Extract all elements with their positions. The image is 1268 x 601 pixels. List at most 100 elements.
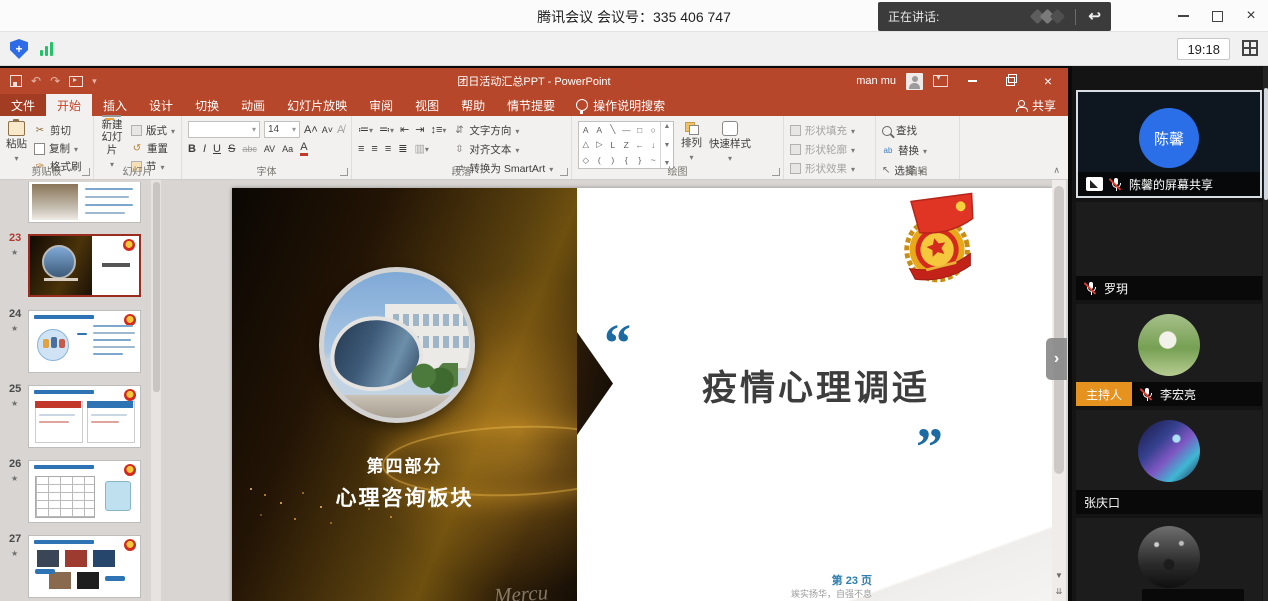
account-name[interactable]: man mu [856, 75, 896, 87]
scrollbar-thumb[interactable] [1054, 186, 1064, 474]
network-signal-icon[interactable] [40, 42, 56, 56]
slide-thumbnail-25[interactable] [28, 385, 141, 448]
participant-tile[interactable]: 张庆口 [1076, 410, 1262, 514]
share-button[interactable]: 共享 [1015, 94, 1068, 116]
justify-button[interactable]: ≣ [398, 142, 407, 155]
slide-thumbnail-23-selected[interactable] [28, 234, 141, 297]
dialog-launcher-icon[interactable] [340, 168, 348, 176]
strikethrough-button[interactable]: S [228, 143, 235, 155]
shape-outline-button[interactable]: 形状轮廓 [790, 142, 855, 157]
replace-button[interactable]: ab替换 [882, 143, 927, 158]
gallery-scroll[interactable]: ▲ ▼ ▼ [660, 122, 673, 168]
shapes-gallery[interactable]: AA╲—□○ △▷LZ←↓ ◇(){}~ ▲ ▼ ▼ [578, 121, 674, 169]
participant-tile-host[interactable]: 主持人 李宏亮 [1076, 304, 1262, 406]
avatar-zhangqing [1138, 420, 1200, 482]
tab-slideshow[interactable]: 幻灯片放映 [276, 94, 358, 116]
undo-icon[interactable]: ↶ [31, 75, 41, 87]
font-color-button[interactable]: A [300, 143, 307, 156]
columns-button[interactable]: ▥ [414, 142, 428, 155]
tab-help[interactable]: 帮助 [450, 94, 496, 116]
restore-button[interactable] [1200, 0, 1234, 32]
account-avatar[interactable] [906, 73, 923, 90]
dialog-launcher-icon[interactable] [772, 168, 780, 176]
tab-design[interactable]: 设计 [138, 94, 184, 116]
grow-font-button[interactable]: A˄ [304, 124, 318, 136]
shape-fill-button[interactable]: 形状填充 [790, 123, 855, 138]
reset-button[interactable]: ↺重置 [131, 141, 175, 156]
copy-button[interactable]: 复制 [34, 141, 82, 156]
collapse-ribbon-icon[interactable]: ∧ [1053, 165, 1060, 176]
security-shield-icon[interactable]: + [10, 39, 28, 59]
qat-dropdown-icon[interactable]: ▾ [92, 77, 97, 86]
ppt-close-button[interactable]: × [1034, 68, 1062, 94]
tab-insert[interactable]: 插入 [92, 94, 138, 116]
sidebar-scrollbar[interactable] [1263, 66, 1268, 601]
dialog-launcher-icon[interactable] [82, 168, 90, 176]
ppt-restore-button[interactable] [996, 68, 1024, 94]
reply-arrow-icon[interactable]: ↩ [1088, 9, 1101, 24]
slide-thumbnail-22-partial[interactable] [28, 182, 141, 223]
minimize-button[interactable] [1166, 0, 1200, 32]
font-name-select[interactable] [188, 121, 260, 138]
redo-icon[interactable]: ↷ [50, 75, 60, 87]
tab-view[interactable]: 视图 [404, 94, 450, 116]
align-left-button[interactable]: ≡ [358, 143, 364, 155]
tab-file[interactable]: 文件 [0, 94, 46, 116]
save-icon[interactable] [10, 75, 22, 87]
tab-animations[interactable]: 动画 [230, 94, 276, 116]
new-slide-button[interactable]: 新建幻灯片 [100, 121, 124, 164]
fullscreen-button[interactable] [1242, 40, 1258, 56]
numbering-button[interactable]: ≕ [379, 123, 394, 136]
decrease-indent-button[interactable]: ⇤ [400, 123, 409, 136]
slide-thumbnail-27[interactable] [28, 535, 141, 598]
align-text-button[interactable]: ⇳对齐文本 [453, 142, 553, 157]
slide-scrollbar[interactable]: ▼ ⇊ [1052, 180, 1066, 601]
underline-button[interactable]: U [213, 143, 221, 155]
next-slide-button[interactable]: ⇊ [1052, 583, 1066, 599]
bold-button[interactable]: B [188, 143, 196, 155]
cut-button[interactable]: ✂剪切 [34, 123, 82, 138]
align-center-button[interactable]: ≡ [371, 143, 377, 155]
font-size-select[interactable]: 14 [264, 121, 300, 138]
find-button[interactable]: 查找 [882, 123, 927, 138]
tab-home[interactable]: 开始 [46, 94, 92, 116]
scrollbar-thumb[interactable] [153, 182, 160, 392]
paste-button[interactable]: 粘贴 [6, 121, 27, 164]
start-slideshow-icon[interactable] [69, 76, 83, 87]
meeting-content: ↶ ↷ ▾ 团日活动汇总PPT - PowerPoint man mu × 文件 [0, 66, 1268, 601]
ppt-minimize-button[interactable] [958, 68, 986, 94]
arrange-button[interactable]: 排列 [681, 121, 702, 164]
scrollbar-thumb[interactable] [1264, 88, 1268, 200]
tab-storyboard[interactable]: 情节提要 [496, 94, 566, 116]
slide-motto: 竢实扬华，自强不息 [652, 587, 872, 600]
tab-transitions[interactable]: 切换 [184, 94, 230, 116]
text-shadow-button[interactable]: abc [242, 144, 257, 154]
slide-thumbnail-24[interactable] [28, 310, 141, 373]
shape-effects-button[interactable]: 形状效果 [790, 161, 855, 176]
italic-button[interactable]: I [203, 143, 206, 155]
slide-thumbnail-26[interactable] [28, 460, 141, 523]
increase-indent-button[interactable]: ⇥ [415, 123, 424, 136]
thumbnail-scrollbar[interactable] [151, 180, 161, 601]
dialog-launcher-icon[interactable] [560, 168, 568, 176]
ribbon-display-options-icon[interactable] [933, 75, 948, 87]
align-right-button[interactable]: ≡ [385, 143, 391, 155]
ribbon-group-slides: 新建幻灯片 版式 ↺重置 节 幻灯片 [94, 116, 182, 179]
char-spacing-button[interactable]: AV [264, 144, 275, 154]
clear-format-button[interactable]: A̸ [337, 124, 344, 136]
quick-styles-button[interactable]: 快速样式 [709, 121, 751, 164]
scroll-down-button[interactable]: ▼ [1052, 567, 1066, 583]
line-spacing-button[interactable]: ↕≡ [430, 124, 446, 136]
tab-review[interactable]: 审阅 [358, 94, 404, 116]
participant-tile[interactable]: 罗玥 [1076, 202, 1262, 300]
shrink-font-button[interactable]: A˅ [322, 125, 333, 135]
text-direction-button[interactable]: ⇵文字方向 [453, 123, 553, 138]
hide-sidebar-button[interactable]: › [1046, 338, 1067, 380]
layout-button[interactable]: 版式 [131, 123, 175, 138]
bullets-button[interactable]: ≔ [358, 123, 373, 136]
close-button[interactable]: × [1234, 0, 1268, 32]
participant-tile-screen-share[interactable]: 陈馨 陈馨的屏幕共享 [1076, 90, 1262, 198]
tell-me-search[interactable]: 操作说明搜索 [566, 94, 675, 116]
change-case-button[interactable]: Aa [282, 144, 293, 154]
participant-tile[interactable] [1076, 518, 1262, 601]
